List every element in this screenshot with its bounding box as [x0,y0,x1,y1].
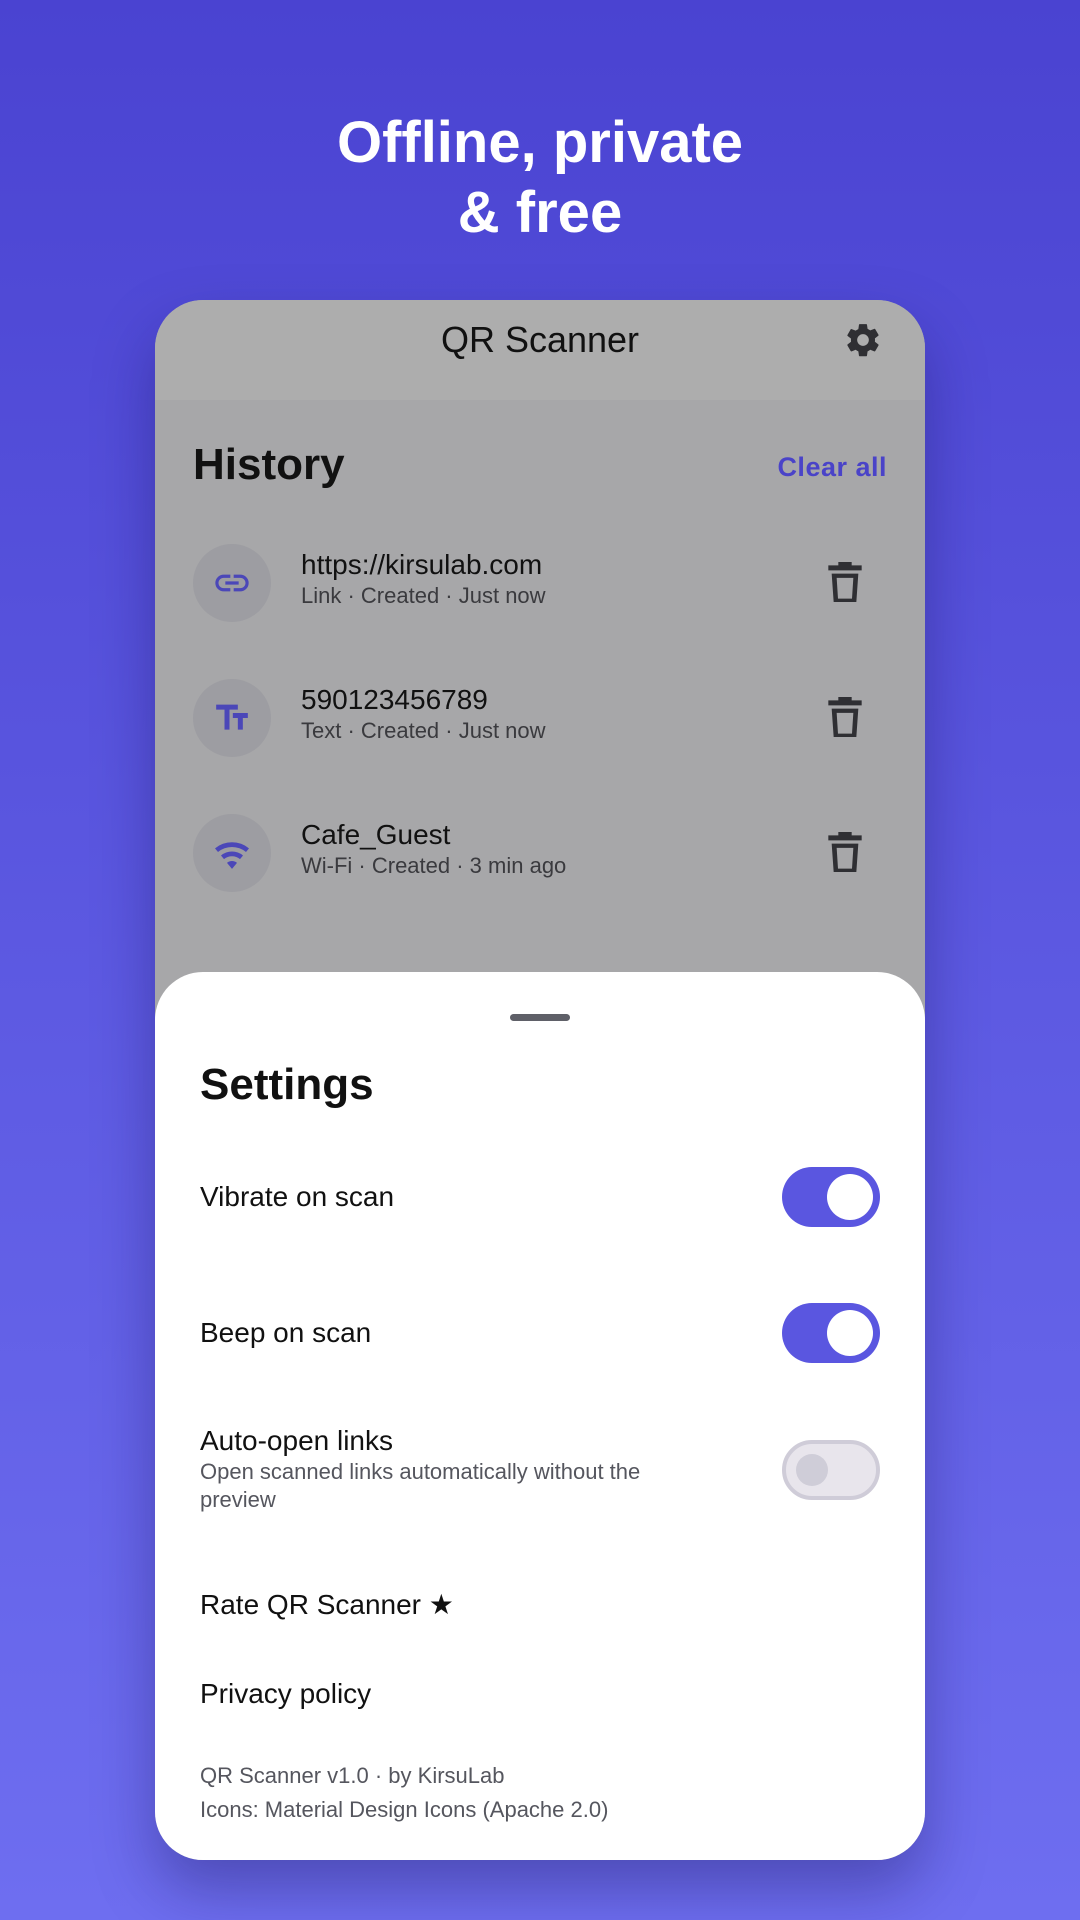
headline-line-2: & free [457,180,623,245]
history-title: History [193,440,345,489]
history-item-value: 590123456789 [301,684,488,715]
app-bar: QR Scanner [155,300,925,400]
history-item-icon-circle [193,679,271,757]
settings-title: Settings [200,1060,374,1109]
app-title: QR Scanner [440,319,640,360]
history-item[interactable]: Cafe_Guest Wi-Fi · Created · 3 min ago [155,812,925,912]
setting-beep[interactable]: Beep on scan [200,1316,880,1350]
setting-beep-label: Beep on scan [200,1317,372,1348]
footer-version: QR Scanner v1.0 · by KirsuLab [200,1763,505,1788]
toggle-knob [796,1454,828,1486]
footer-icons-credit: Icons: Material Design Icons (Apache 2.0… [200,1797,609,1822]
link-icon [215,574,249,592]
history-item-value: Cafe_Guest [301,819,451,850]
drag-handle[interactable] [510,1014,570,1021]
setting-auto-open[interactable]: Auto-open links Open scanned links autom… [200,1424,880,1514]
wifi-icon [215,842,249,869]
toggle-knob [827,1310,873,1356]
headline-line-1: Offline, private [336,110,744,175]
history-item-icon-circle [193,544,271,622]
vibrate-toggle[interactable] [782,1167,880,1227]
privacy-policy-link[interactable]: Privacy policy [200,1678,371,1710]
gear-icon[interactable] [843,320,883,360]
setting-vibrate-label: Vibrate on scan [200,1181,395,1212]
rate-app-link[interactable]: Rate QR Scanner ★ [200,1588,454,1621]
history-item-meta: Wi-Fi · Created · 3 min ago [301,853,567,878]
history-item-meta: Text · Created · Just now [301,718,546,743]
history-item[interactable]: https://kirsulab.com Link · Created · Ju… [155,542,925,642]
trash-icon[interactable] [825,695,865,739]
headline: Offline, private & free [0,108,1080,248]
settings-sheet: Settings Vibrate on scan Beep on scan Au… [155,972,925,1860]
setting-auto-open-description: Open scanned links automatically without… [200,1459,641,1512]
phone-frame: QR Scanner History Clear all https://kir… [155,300,925,1860]
beep-toggle[interactable] [782,1303,880,1363]
history-item-meta: Link · Created · Just now [301,583,546,608]
auto-open-toggle[interactable] [782,1440,880,1500]
setting-auto-open-label: Auto-open links [200,1425,394,1456]
history-item-icon-circle [193,814,271,892]
text-format-icon [216,704,248,730]
history-item-value: https://kirsulab.com [301,549,543,580]
trash-icon[interactable] [825,830,865,874]
history-item[interactable]: 590123456789 Text · Created · Just now [155,677,925,777]
trash-icon[interactable] [825,560,865,604]
clear-all-button[interactable]: Clear all [777,452,887,483]
toggle-knob [827,1174,873,1220]
setting-vibrate[interactable]: Vibrate on scan [200,1180,880,1214]
